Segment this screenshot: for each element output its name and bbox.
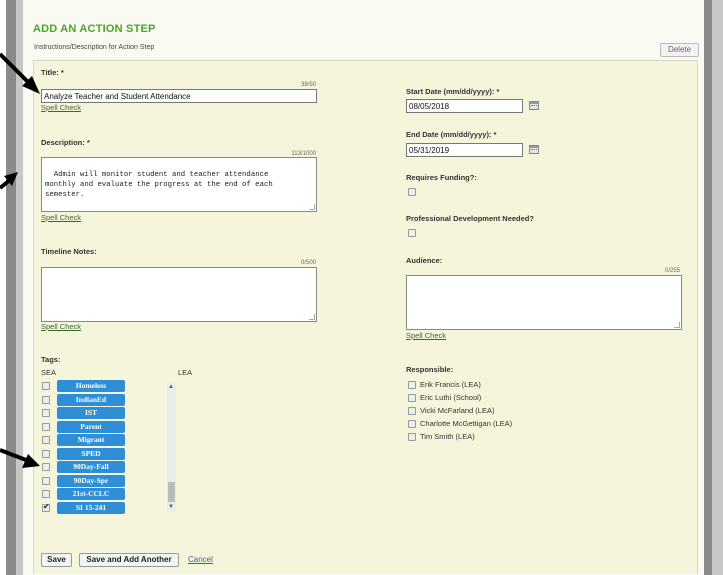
title-input[interactable]: Analyze Teacher and Student Attendance <box>41 89 317 103</box>
timeline-notes-textarea[interactable] <box>41 267 317 322</box>
audience-textarea[interactable] <box>406 275 682 330</box>
title-counter: 38/50 <box>300 82 316 88</box>
tag-checkbox[interactable] <box>42 395 50 404</box>
title-spell-check-link[interactable]: Spell Check <box>41 103 81 112</box>
responsible-checkbox[interactable] <box>408 433 416 441</box>
resize-handle[interactable] <box>309 204 315 210</box>
requires-funding-checkbox[interactable] <box>408 188 416 196</box>
audience-counter: 0/255 <box>664 268 680 274</box>
delete-button[interactable]: Delete <box>660 43 699 57</box>
right-frame-bar-inner <box>712 0 723 575</box>
tag-checkbox[interactable] <box>42 449 50 458</box>
tag-item[interactable]: Migrant <box>40 434 170 447</box>
page-title: ADD AN ACTION STEP <box>33 23 156 35</box>
annotation-arrow-tags-icon <box>0 448 40 468</box>
responsible-checkbox[interactable] <box>408 407 416 415</box>
tag-checkbox[interactable] <box>42 422 50 431</box>
tag-list: Homeless IndianEd IST Parent Migrant SPE… <box>40 378 176 515</box>
tag-pill: 90Day-Fall <box>57 461 125 473</box>
timeline-notes-label: Timeline Notes: <box>41 247 97 256</box>
responsible-label: Responsible: <box>406 365 454 374</box>
responsible-name: Eric Luthi (School) <box>420 393 482 402</box>
pd-needed-checkbox[interactable] <box>408 229 416 237</box>
description-label: Description: * <box>41 138 90 147</box>
responsible-name: Charlotte McGettigan (LEA) <box>420 419 513 428</box>
calendar-icon[interactable] <box>529 101 539 110</box>
tag-item[interactable]: IndianEd <box>40 393 170 407</box>
lea-column-label: LEA <box>178 368 193 377</box>
tag-item[interactable]: Parent <box>40 420 170 434</box>
audience-label: Audience: <box>406 256 443 265</box>
start-date-label: Start Date (mm/dd/yyyy): * <box>406 87 500 96</box>
tag-pill: SI 15-241 <box>57 501 125 514</box>
tag-item[interactable]: 90Day-Fall <box>40 461 170 474</box>
tag-pill: Homeless <box>57 380 125 392</box>
resize-handle[interactable] <box>309 314 315 320</box>
tag-checkbox[interactable] <box>42 436 50 444</box>
tag-pill: IST <box>57 407 125 419</box>
tag-checkbox[interactable] <box>42 409 50 417</box>
tag-pill: 21st-CCLC <box>57 488 125 500</box>
tag-list-scrollbar[interactable]: ▲ ▼ <box>167 382 176 512</box>
responsible-checkbox[interactable] <box>408 420 416 428</box>
description-spell-check-link[interactable]: Spell Check <box>41 213 81 222</box>
start-date-input[interactable]: 08/05/2018 <box>406 99 523 113</box>
tag-item[interactable]: 90Day-Spr <box>40 474 170 488</box>
timeline-notes-counter: 0/500 <box>300 260 316 266</box>
resize-handle[interactable] <box>674 322 680 328</box>
tag-item[interactable]: SI 15-241 <box>40 501 170 515</box>
description-text: Admin will monitor student and teacher a… <box>45 171 273 199</box>
tag-pill: 90Day-Spr <box>57 474 125 487</box>
tag-item[interactable]: SPED <box>40 447 170 461</box>
tag-checkbox[interactable] <box>42 463 50 471</box>
tag-pill: Parent <box>57 420 125 433</box>
responsible-checkbox[interactable] <box>408 381 416 389</box>
end-date-input[interactable]: 05/31/2019 <box>406 143 523 157</box>
tag-checkbox-checked[interactable] <box>42 502 50 512</box>
save-button[interactable]: Save <box>41 553 72 567</box>
tags-label: Tags: <box>41 355 61 364</box>
scroll-up-icon[interactable]: ▲ <box>168 384 174 390</box>
responsible-name: Erik Francis (LEA) <box>420 380 481 389</box>
tag-pill: SPED <box>57 447 125 460</box>
responsible-name: Tim Smith (LEA) <box>420 432 475 441</box>
calendar-icon[interactable] <box>529 145 539 154</box>
tag-pill: Migrant <box>57 434 125 446</box>
responsible-checkbox[interactable] <box>408 394 416 402</box>
description-textarea[interactable]: Admin will monitor student and teacher a… <box>41 157 317 212</box>
pd-needed-label: Professional Development Needed? <box>406 214 534 223</box>
tag-pill: IndianEd <box>57 393 125 406</box>
save-and-add-another-button[interactable]: Save and Add Another <box>79 553 179 567</box>
cancel-link[interactable]: Cancel <box>188 555 213 564</box>
scrollbar-thumb[interactable] <box>168 482 175 502</box>
scroll-down-icon[interactable]: ▼ <box>168 504 174 510</box>
tag-checkbox[interactable] <box>42 476 50 485</box>
right-frame-bar <box>704 0 712 575</box>
end-date-label: End Date (mm/dd/yyyy): * <box>406 130 497 139</box>
tag-item[interactable]: 21st-CCLC <box>40 488 170 501</box>
sea-column-label: SEA <box>41 368 57 377</box>
annotation-arrow-title-icon <box>0 52 40 94</box>
tag-item[interactable]: Homeless <box>40 380 170 393</box>
audience-spell-check-link[interactable]: Spell Check <box>406 331 446 340</box>
tag-checkbox[interactable] <box>42 382 50 390</box>
responsible-name: Vicki McFarland (LEA) <box>420 406 495 415</box>
title-label: Title: * <box>41 68 64 77</box>
tag-item[interactable]: IST <box>40 407 170 420</box>
tag-checkbox[interactable] <box>42 490 50 498</box>
annotation-arrow-description-icon <box>0 172 18 190</box>
instructions-text: Instructions/Description for Action Step <box>34 44 155 51</box>
requires-funding-label: Requires Funding?: <box>406 173 477 182</box>
timeline-spell-check-link[interactable]: Spell Check <box>41 322 81 331</box>
